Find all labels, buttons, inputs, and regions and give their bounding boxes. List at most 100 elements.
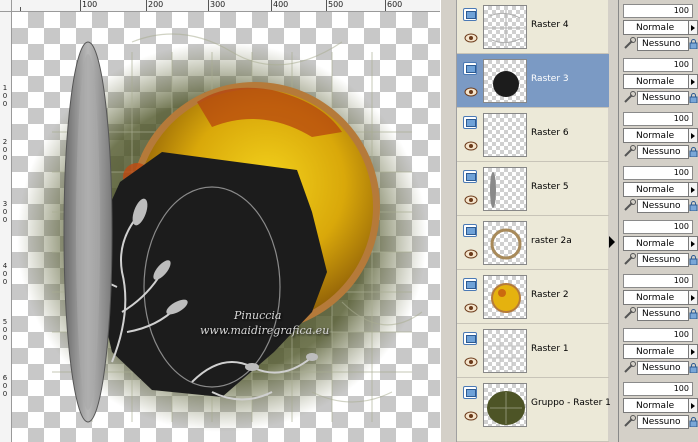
blend-mode-dropdown[interactable]: Normale <box>623 182 689 197</box>
blend-mode-dropdown[interactable]: Normale <box>623 290 689 305</box>
opacity-value: 100 <box>673 222 689 231</box>
ruler-tick <box>80 0 81 11</box>
link-set-dropdown[interactable]: Nessuno <box>637 253 689 267</box>
dropdown-arrow-icon[interactable] <box>689 236 698 251</box>
layer-thumbnail <box>483 221 527 265</box>
image-canvas[interactable]: Pinuccia www.maidiregrafica.eu <box>12 12 440 442</box>
opacity-value: 100 <box>673 276 689 285</box>
lock-icon[interactable] <box>689 255 698 265</box>
layer-row[interactable]: Raster 5 <box>457 162 609 216</box>
layer-row[interactable]: raster 2a <box>457 216 609 270</box>
opacity-slider[interactable]: 100 <box>623 382 693 396</box>
layer-row[interactable]: Gruppo - Raster 1 <box>457 378 611 442</box>
layer-name: Raster 1 <box>531 344 569 354</box>
opacity-value: 100 <box>673 330 689 339</box>
ruler-label: 100 <box>2 84 8 108</box>
horizontal-ruler: 100 200 300 400 500 600 <box>12 0 440 12</box>
link-set-dropdown[interactable]: Nessuno <box>637 91 689 105</box>
raster-layer-icon <box>463 224 477 237</box>
watermark-url: www.maidiregrafica.eu <box>200 324 330 337</box>
brush-link-icon <box>624 199 636 211</box>
link-set-dropdown[interactable]: Nessuno <box>637 37 689 51</box>
layer-properties: 100 Normale Nessuno <box>619 0 698 54</box>
visibility-eye-icon[interactable] <box>464 87 478 97</box>
link-set-dropdown[interactable]: Nessuno <box>637 307 689 321</box>
blend-mode-dropdown[interactable]: Normale <box>623 74 689 89</box>
layer-name: Raster 5 <box>531 182 569 192</box>
layer-name: Raster 2 <box>531 290 569 300</box>
brush-link-icon <box>624 145 636 157</box>
opacity-slider[interactable]: 100 <box>623 220 693 234</box>
link-set-value: Nessuno <box>642 417 681 427</box>
dropdown-arrow-icon[interactable] <box>689 182 698 197</box>
link-set-dropdown[interactable]: Nessuno <box>637 199 689 213</box>
layer-row[interactable]: Raster 1 <box>457 324 609 378</box>
brush-link-icon <box>624 37 636 49</box>
visibility-eye-icon[interactable] <box>464 411 478 421</box>
ruler-label: 600 <box>2 374 8 398</box>
panel-splitter[interactable] <box>440 0 456 442</box>
opacity-slider[interactable]: 100 <box>623 4 693 18</box>
lock-icon[interactable] <box>689 147 698 157</box>
blend-mode-dropdown[interactable]: Normale <box>623 398 689 413</box>
lock-icon[interactable] <box>689 93 698 103</box>
ruler-label: 400 <box>2 262 8 286</box>
blend-mode-dropdown[interactable]: Normale <box>623 128 689 143</box>
ruler-tick <box>146 0 147 11</box>
layer-row[interactable]: Raster 4 <box>457 0 609 54</box>
layer-properties: 100 Normale Nessuno <box>619 270 698 324</box>
brush-link-icon <box>624 91 636 103</box>
ruler-tick <box>385 0 386 11</box>
layer-row[interactable]: Raster 2 <box>457 270 609 324</box>
blend-mode-dropdown[interactable]: Normale <box>623 344 689 359</box>
blend-mode-dropdown[interactable]: Normale <box>623 236 689 251</box>
ruler-tick <box>326 0 327 11</box>
blend-mode-value: Normale <box>636 185 675 195</box>
layer-row[interactable]: Raster 6 <box>457 108 609 162</box>
ruler-label: 500 <box>328 0 344 9</box>
layer-name: Raster 6 <box>531 128 569 138</box>
raster-layer-icon <box>463 116 477 129</box>
lock-icon[interactable] <box>689 39 698 49</box>
ruler-label: 100 <box>82 0 98 9</box>
layer-thumbnail <box>483 329 527 373</box>
grey-ellipse-inner <box>76 54 100 410</box>
visibility-eye-icon[interactable] <box>464 303 478 313</box>
opacity-slider[interactable]: 100 <box>623 58 693 72</box>
dropdown-arrow-icon[interactable] <box>689 128 698 143</box>
link-set-dropdown[interactable]: Nessuno <box>637 361 689 375</box>
layer-properties: 100 Normale Nessuno <box>619 54 698 108</box>
blend-mode-value: Normale <box>636 77 675 87</box>
blend-mode-dropdown[interactable]: Normale <box>623 20 689 35</box>
link-set-dropdown[interactable]: Nessuno <box>637 415 689 429</box>
visibility-eye-icon[interactable] <box>464 357 478 367</box>
opacity-value: 100 <box>673 114 689 123</box>
opacity-slider[interactable]: 100 <box>623 166 693 180</box>
dropdown-arrow-icon[interactable] <box>689 74 698 89</box>
visibility-eye-icon[interactable] <box>464 195 478 205</box>
canvas-artwork <box>17 33 427 432</box>
ruler-tick <box>208 0 209 11</box>
lock-icon[interactable] <box>689 309 698 319</box>
ruler-label: 600 <box>387 0 403 9</box>
layer-thumbnail <box>483 383 527 427</box>
dropdown-arrow-icon[interactable] <box>689 20 698 35</box>
layer-row-selected[interactable]: Raster 3 <box>457 54 609 108</box>
opacity-slider[interactable]: 100 <box>623 328 693 342</box>
visibility-eye-icon[interactable] <box>464 141 478 151</box>
brush-link-icon <box>624 253 636 265</box>
lock-icon[interactable] <box>689 417 698 427</box>
lock-icon[interactable] <box>689 201 698 211</box>
opacity-slider[interactable]: 100 <box>623 274 693 288</box>
dropdown-arrow-icon[interactable] <box>689 398 698 413</box>
dropdown-arrow-icon[interactable] <box>689 290 698 305</box>
raster-layer-icon <box>463 278 477 291</box>
collapse-arrow-icon[interactable] <box>609 236 615 248</box>
dropdown-arrow-icon[interactable] <box>689 344 698 359</box>
opacity-slider[interactable]: 100 <box>623 112 693 126</box>
visibility-eye-icon[interactable] <box>464 249 478 259</box>
lock-icon[interactable] <box>689 363 698 373</box>
link-set-dropdown[interactable]: Nessuno <box>637 145 689 159</box>
raster-layer-icon <box>463 386 477 399</box>
visibility-eye-icon[interactable] <box>464 33 478 43</box>
